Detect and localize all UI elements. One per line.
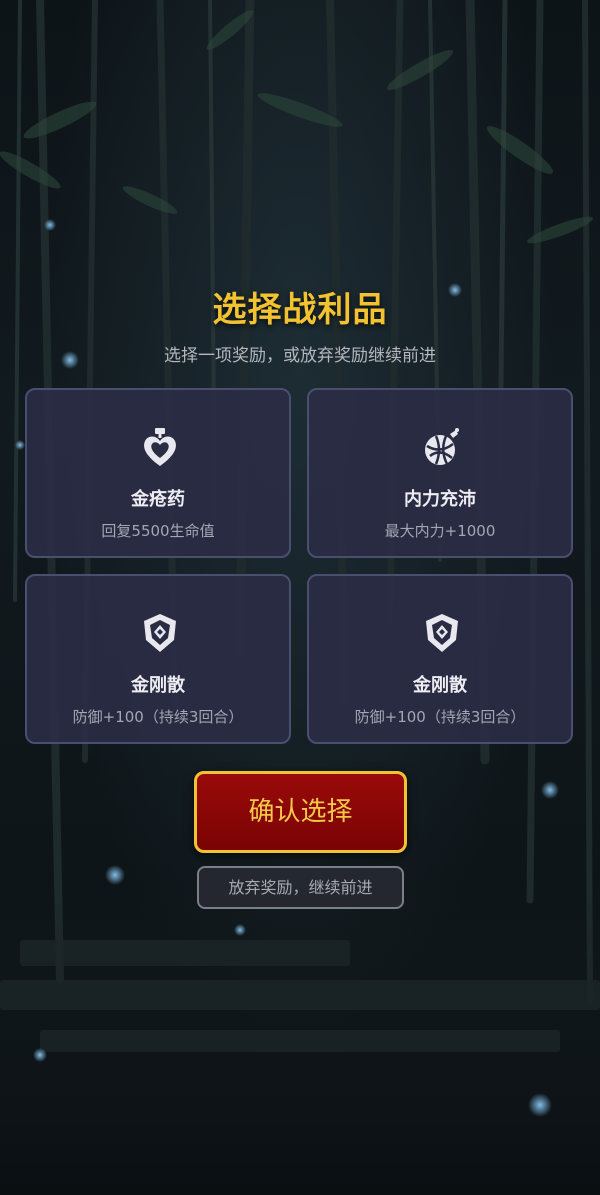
page-title: 选择战利品: [212, 290, 388, 330]
reward-card-3[interactable]: 金刚散 防御+100（持续3回合）: [25, 574, 291, 744]
reward-name: 金疮药: [131, 489, 185, 510]
reward-screen: 选择战利品 选择一项奖励，或放弃奖励继续前进 金疮药 回复5500生命值 内力充…: [0, 0, 600, 1195]
shield-icon: [426, 614, 458, 652]
heart-potion-icon: [144, 428, 176, 466]
reward-name: 金刚散: [131, 675, 185, 696]
reward-card-1[interactable]: 金疮药 回复5500生命值: [25, 388, 291, 558]
shield-icon: [144, 614, 176, 652]
reward-name: 金刚散: [413, 675, 467, 696]
reward-name: 内力充沛: [404, 489, 476, 510]
page-subtitle: 选择一项奖励，或放弃奖励继续前进: [164, 346, 436, 366]
reward-description: 回复5500生命值: [101, 522, 215, 540]
energy-orb-icon: [425, 428, 459, 465]
reward-card-4[interactable]: 金刚散 防御+100（持续3回合）: [307, 574, 573, 744]
reward-description: 最大内力+1000: [384, 522, 496, 540]
reward-description: 防御+100（持续3回合）: [72, 708, 244, 726]
reward-card-2[interactable]: 内力充沛 最大内力+1000: [307, 388, 573, 558]
abandon-button[interactable]: 放弃奖励，继续前进: [197, 866, 404, 909]
reward-description: 防御+100（持续3回合）: [354, 708, 526, 726]
confirm-button[interactable]: 确认选择: [194, 771, 407, 853]
